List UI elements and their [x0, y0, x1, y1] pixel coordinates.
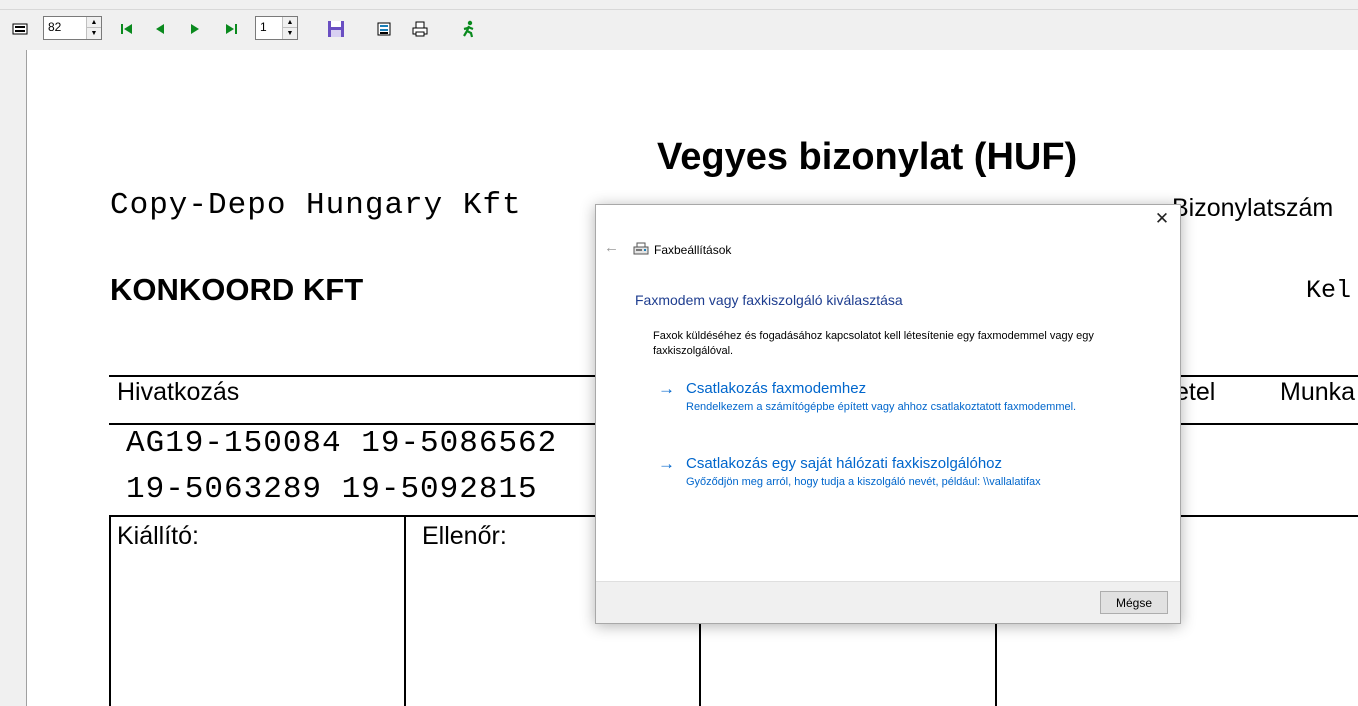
- reference-line-1: AG19-150084 19-5086562: [126, 426, 558, 461]
- dialog-heading: Faxmodem vagy faxkiszolgáló kiválasztása: [635, 292, 903, 308]
- title-strip: [0, 0, 1358, 10]
- next-page-icon[interactable]: [185, 19, 205, 39]
- dialog-description: Faxok küldéséhez és fogadásához kapcsola…: [653, 330, 1094, 357]
- export-icon[interactable]: [374, 19, 394, 39]
- document-number-label: Bizonylatszám: [1172, 194, 1334, 222]
- left-margin-bar: [0, 50, 27, 706]
- first-page-icon[interactable]: [117, 19, 137, 39]
- back-arrow-icon[interactable]: ←: [604, 239, 619, 256]
- save-icon[interactable]: [326, 19, 346, 39]
- cancel-button[interactable]: Mégse: [1100, 591, 1168, 614]
- option-title[interactable]: Csatlakozás faxmodemhez: [686, 380, 866, 397]
- option-subtitle: Győződjön meg arról, hogy tudja a kiszol…: [686, 476, 1041, 488]
- company-name: Copy-Depo Hungary Kft: [110, 188, 522, 223]
- reference-line-2: 19-5063289 19-5092815: [126, 472, 538, 507]
- signature-divider-2: [404, 515, 406, 706]
- last-page-icon[interactable]: [221, 19, 241, 39]
- dialog-footer: Mégse: [596, 581, 1180, 623]
- previous-page-icon[interactable]: [150, 19, 170, 39]
- signature-divider-1: [109, 515, 111, 706]
- arrow-right-icon: →: [658, 454, 675, 473]
- close-icon[interactable]: ✕: [1152, 209, 1172, 229]
- issuer-label: Kiállító:: [117, 522, 199, 550]
- column-header-work: Munka: [1280, 378, 1356, 406]
- partner-name: KONKOORD KFT: [110, 272, 364, 307]
- column-header-partial: etel: [1175, 378, 1216, 406]
- zoom-spinner[interactable]: 82 ▲ ▼: [43, 16, 102, 40]
- exit-icon[interactable]: [459, 19, 479, 39]
- print-icon[interactable]: [410, 19, 430, 39]
- page-value: 1: [260, 20, 267, 34]
- page-spinner[interactable]: 1 ▲ ▼: [255, 16, 298, 40]
- arrow-right-icon: →: [658, 379, 675, 398]
- date-label: Kel: [1306, 276, 1352, 305]
- fit-page-icon[interactable]: [10, 19, 30, 39]
- report-toolbar: 82 ▲ ▼ 1 ▲ ▼: [0, 10, 1358, 50]
- zoom-spinner-arrows[interactable]: ▲ ▼: [86, 17, 101, 39]
- column-header-reference: Hivatkozás: [117, 378, 240, 406]
- dialog-title: Faxbeállítások: [654, 243, 732, 257]
- fax-icon: [633, 242, 649, 261]
- option-title[interactable]: Csatlakozás egy saját hálózati faxkiszol…: [686, 455, 1002, 472]
- fax-settings-dialog: ✕ ← Faxbeállítások Faxmodem vagy faxkisz…: [595, 204, 1181, 624]
- zoom-value: 82: [48, 20, 62, 34]
- option-subtitle: Rendelkezem a számítógépbe épített vagy …: [686, 401, 1077, 413]
- document-title: Vegyes bizonylat (HUF): [657, 136, 1078, 178]
- checker-label: Ellenőr:: [422, 522, 507, 550]
- page-spinner-arrows[interactable]: ▲ ▼: [282, 17, 297, 39]
